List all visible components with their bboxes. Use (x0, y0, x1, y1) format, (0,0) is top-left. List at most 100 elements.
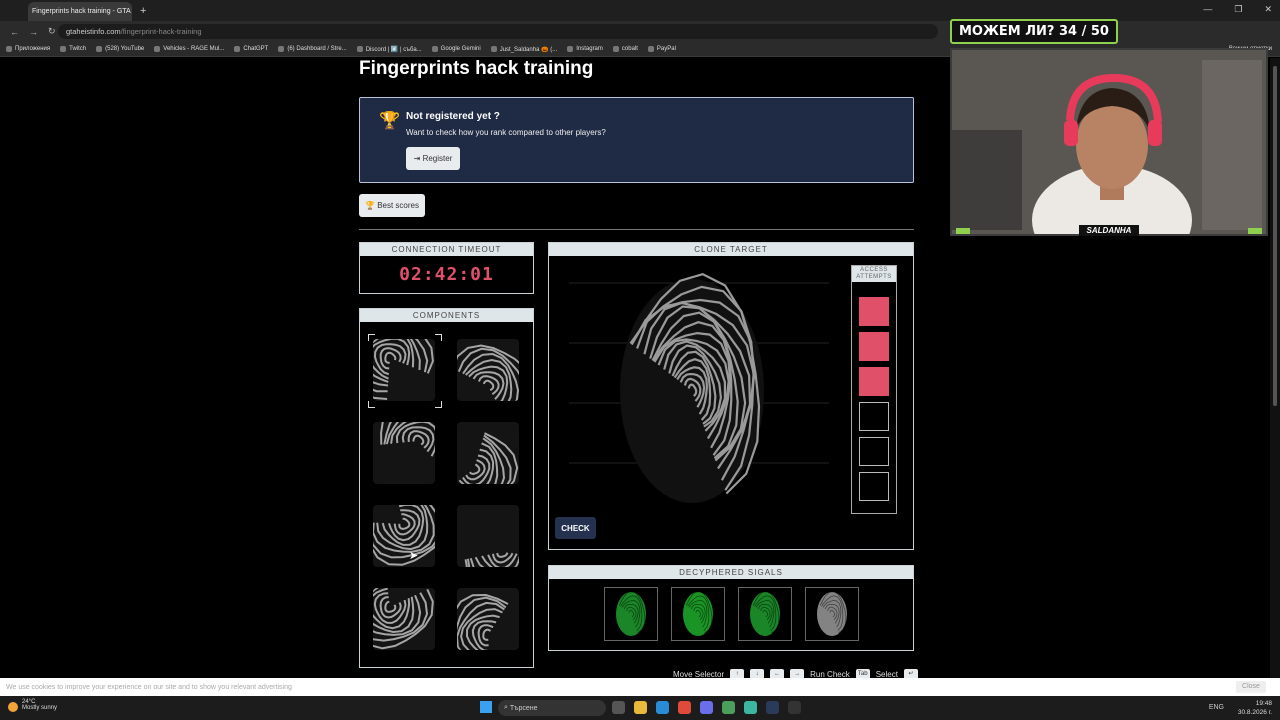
attempt-box (859, 332, 889, 361)
register-button-label: Register (422, 154, 453, 163)
component-tile[interactable] (373, 505, 435, 567)
bookmark-icon (431, 46, 438, 52)
register-button[interactable]: ⇥ Register (406, 147, 460, 170)
app2-icon[interactable] (744, 701, 757, 714)
minimize-icon[interactable]: — (1203, 4, 1212, 15)
deciphered-signal (738, 587, 792, 641)
overlay-corner-left (956, 228, 970, 234)
sun-icon (8, 702, 18, 712)
attempt-box (859, 472, 889, 501)
new-tab-icon[interactable]: + (140, 5, 146, 17)
weather-widget[interactable]: 24°C Mostly sunny (8, 699, 57, 712)
weather-desc: Mostly sunny (22, 705, 58, 711)
bookmark-item[interactable]: Just_Saldanha 🎃 (... (490, 46, 558, 53)
move-selector-label: Move Selector (673, 670, 725, 678)
key-left: ← (770, 669, 785, 678)
file-explorer-icon[interactable] (634, 701, 647, 714)
controls-legend: Move Selector ↑ ↓ ← → Run Check Tab Sele… (673, 669, 918, 678)
tab-title: Fingerprints hack training - GTA (32, 8, 131, 15)
mouse-cursor-icon: ➤ (409, 550, 419, 562)
close-tab-icon[interactable]: ✕ (131, 7, 132, 16)
component-tile[interactable] (457, 588, 519, 650)
close-window-icon[interactable]: ✕ (1264, 4, 1272, 15)
bookmark-item[interactable]: (528) YouTube (96, 46, 144, 52)
bookmark-item[interactable]: ChatGPT (234, 46, 268, 52)
divider (359, 229, 914, 230)
maximize-icon[interactable]: ❐ (1234, 4, 1242, 15)
bookmark-icon (490, 46, 497, 52)
taskbar-search[interactable]: ⌕ Търсене (498, 700, 606, 716)
timeout-panel: CONNECTION TIMEOUT 02:42:01 (359, 242, 534, 294)
component-tile[interactable] (457, 505, 519, 567)
page-scrollbar[interactable] (1270, 58, 1280, 678)
deciphered-header: DECYPHERED SIGALS (549, 566, 913, 579)
register-title: Not registered yet ? (406, 111, 500, 122)
url-input[interactable]: gtaheistinfo.com/fingerprint-hack-traini… (58, 24, 938, 39)
forward-icon[interactable]: → (29, 27, 38, 37)
bookmark-label: ChatGPT (243, 46, 269, 52)
bookmark-item[interactable]: cobalt (612, 46, 638, 52)
deciphered-signal (671, 587, 725, 641)
cookie-text: We use cookies to improve your experienc… (6, 683, 292, 691)
webcam-overlay (950, 48, 1268, 236)
bookmark-label: Twitch (69, 46, 87, 52)
register-banner: 🏆 Not registered yet ? Want to check how… (359, 97, 914, 183)
deciphered-panel: DECYPHERED SIGALS (548, 565, 914, 651)
component-selector (368, 334, 442, 408)
bookmark-icon (154, 46, 161, 52)
trophy-small-icon: 🏆 (365, 201, 378, 210)
task-view-icon[interactable] (612, 701, 625, 714)
clock[interactable]: 19:48 30.8.2026 г. (1238, 699, 1272, 717)
bookmark-icon (567, 46, 574, 52)
bookmark-item[interactable]: Instagram (567, 46, 603, 52)
taskbar-search-label: Търсене (509, 704, 538, 712)
bookmark-item[interactable]: Twitch (60, 46, 86, 52)
bookmark-icon (96, 46, 103, 52)
component-tile[interactable] (373, 422, 435, 484)
taskbar-apps (612, 701, 801, 714)
app3-icon[interactable] (788, 701, 801, 714)
app-icon[interactable] (722, 701, 735, 714)
tab-bar: Fingerprints hack training - GTA ✕ + — ❐… (0, 0, 1280, 21)
language-indicator[interactable]: ENG (1209, 704, 1224, 711)
bookmark-icon (278, 46, 285, 52)
bookmark-label: (528) YouTube (105, 46, 145, 52)
clock-date: 30.8.2026 г. (1237, 709, 1272, 716)
bookmark-label: Vehicles - RAGE Mul... (163, 46, 225, 52)
bookmark-item[interactable]: Приложения (6, 46, 50, 52)
webcam-image (952, 50, 1266, 234)
windows-start-icon[interactable] (480, 701, 492, 713)
bookmark-label: Just_Saldanha 🎃 (... (499, 46, 558, 53)
check-button[interactable]: CHECK (555, 517, 596, 539)
timeout-header: CONNECTION TIMEOUT (360, 243, 533, 256)
back-icon[interactable]: ← (10, 27, 19, 37)
clock-time: 19:48 (1255, 700, 1272, 707)
stream-goal-badge: МОЖЕМ ЛИ? 34 / 50 (950, 19, 1118, 44)
bookmark-label: Приложения (15, 46, 51, 52)
bookmark-icon (234, 46, 241, 52)
bookmark-item[interactable]: Discord | #️⃣ | съба... (356, 46, 422, 53)
attempt-box (859, 367, 889, 396)
clone-target-fingerprint (569, 273, 829, 503)
bookmark-icon (60, 46, 67, 52)
reload-icon[interactable]: ↻ (48, 26, 56, 37)
bookmark-icon (6, 46, 12, 52)
key-up: ↑ (730, 669, 745, 678)
best-scores-button[interactable]: 🏆 Best scores (359, 194, 425, 217)
access-attempts: ACCESS ATTEMPTS (851, 265, 897, 514)
chrome-icon[interactable] (678, 701, 691, 714)
run-check-label: Run Check (810, 670, 850, 678)
component-tile[interactable] (457, 422, 519, 484)
browser-tab[interactable]: Fingerprints hack training - GTA ✕ (28, 2, 132, 21)
bookmark-item[interactable]: Google Gemini (431, 46, 481, 52)
page-title: Fingerprints hack training (359, 58, 594, 79)
discord-icon[interactable] (700, 701, 713, 714)
bookmark-item[interactable]: PayPal (647, 46, 676, 52)
bookmark-item[interactable]: Vehicles - RAGE Mul... (154, 46, 224, 52)
edge-icon[interactable] (656, 701, 669, 714)
bookmark-item[interactable]: (6) Dashboard / Stre... (278, 46, 347, 52)
component-tile[interactable] (373, 588, 435, 650)
cookie-close-button[interactable]: Close (1236, 681, 1266, 693)
steam-icon[interactable] (766, 701, 779, 714)
component-tile[interactable] (457, 339, 519, 401)
